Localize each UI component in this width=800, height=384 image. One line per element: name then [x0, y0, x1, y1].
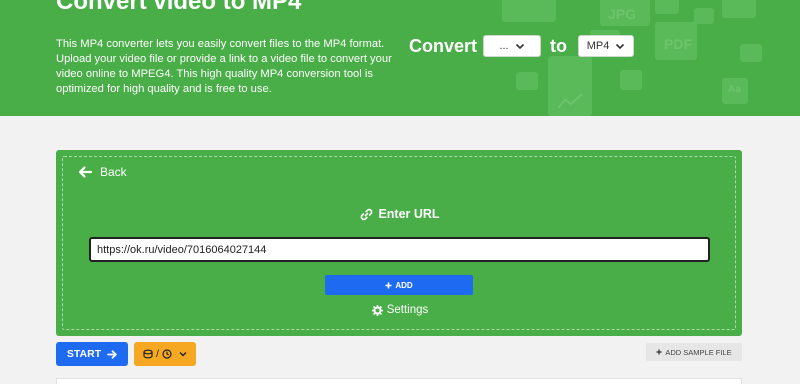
arrow-right-icon [107, 349, 117, 359]
database-icon [143, 349, 153, 359]
settings-label: Settings [386, 304, 429, 316]
deco-file-icon [620, 70, 642, 90]
options-separator: / [156, 348, 159, 360]
deco-file-icon [694, 8, 714, 24]
add-label: ADD [395, 280, 413, 290]
to-label: to [550, 36, 567, 56]
from-format-value: ... [499, 40, 509, 52]
hero-banner: JPG PDF Aa Convert video to MP4 This MP4… [0, 0, 800, 116]
plus-icon [656, 349, 662, 355]
deco-file-icon [516, 72, 538, 90]
add-sample-label: ADD SAMPLE FILE [665, 347, 732, 357]
clock-icon [162, 349, 172, 359]
settings-link[interactable]: Settings [0, 304, 800, 316]
gear-icon [371, 304, 383, 316]
start-button[interactable]: START [56, 342, 128, 366]
start-label: START [66, 348, 102, 360]
deco-file-icon [740, 44, 762, 62]
deco-aa-label: Aa [728, 84, 741, 95]
deco-pdf-label: PDF [664, 36, 692, 52]
chevron-down-icon [515, 43, 524, 50]
back-label: Back [100, 165, 127, 179]
deco-file-icon [502, 0, 556, 22]
link-icon [361, 208, 373, 220]
deco-jpg-label: JPG [608, 6, 637, 22]
deco-trend-icon [557, 93, 583, 109]
page-description: This MP4 converter lets you easily conve… [56, 38, 392, 95]
enter-url-heading: Enter URL [0, 207, 800, 221]
chevron-down-icon [179, 352, 187, 357]
to-format-select[interactable]: MP4 [578, 35, 634, 57]
storage-time-options-button[interactable]: / [134, 342, 196, 366]
page-title: Convert video to MP4 [56, 0, 302, 15]
deco-file-icon [655, 0, 679, 14]
back-button[interactable]: Back [78, 165, 127, 179]
content-card [56, 378, 742, 384]
to-format-value: MP4 [586, 40, 610, 52]
convert-label: Convert [409, 36, 478, 56]
deco-chart-icon [722, 0, 756, 18]
arrow-left-icon [78, 166, 92, 178]
add-url-button[interactable]: ADD [325, 275, 473, 295]
add-sample-file-button[interactable]: ADD SAMPLE FILE [646, 343, 742, 361]
plus-icon [385, 282, 392, 288]
enter-url-label: Enter URL [378, 207, 440, 221]
from-format-select[interactable]: ... [483, 35, 541, 57]
url-input[interactable] [89, 237, 710, 262]
chevron-down-icon [616, 43, 625, 50]
